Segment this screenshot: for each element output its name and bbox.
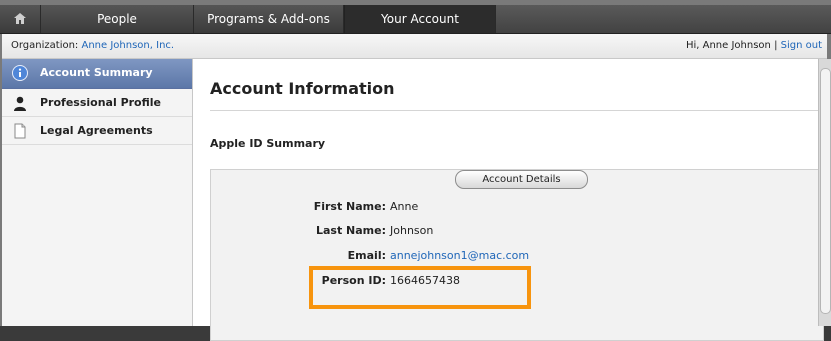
home-tab[interactable] — [0, 5, 41, 33]
apple-id-summary-panel: First Name: Anne Last Name: Johnson Emai… — [210, 169, 824, 341]
section-title: Apple ID Summary — [210, 137, 326, 150]
sidebar-item-professional-profile[interactable]: Professional Profile — [2, 89, 192, 117]
tab-people[interactable]: People — [41, 5, 194, 33]
person-id-highlight-box — [309, 266, 531, 309]
organization-bar: Organization: Anne Johnson, Inc. Hi, Ann… — [2, 34, 827, 59]
tab-your-account[interactable]: Your Account — [344, 5, 496, 33]
first-name-value: Anne — [390, 200, 419, 213]
organization-label: Organization: — [11, 40, 79, 51]
topnav-filler — [496, 5, 831, 33]
greeting-text: Hi, Anne Johnson — [685, 40, 771, 51]
account-details-button[interactable]: Account Details — [455, 170, 588, 189]
document-icon — [14, 123, 26, 139]
tab-programs-addons[interactable]: Programs & Add-ons — [194, 5, 344, 33]
title-divider — [210, 110, 829, 111]
sidebar-item-account-summary[interactable]: Account Summary — [2, 59, 192, 89]
organization-info: Organization: Anne Johnson, Inc. — [11, 34, 174, 58]
organization-name-link[interactable]: Anne Johnson, Inc. — [82, 40, 175, 51]
last-name-label: Last Name: — [315, 224, 386, 237]
separator: | — [774, 40, 778, 51]
scrollbar-thumb[interactable] — [820, 68, 831, 314]
sidebar-item-label: Legal Agreements — [40, 124, 153, 137]
email-link[interactable]: annejohnson1@mac.com — [390, 249, 529, 262]
home-icon — [14, 13, 26, 24]
email-label: Email: — [347, 249, 386, 262]
sidebar: Account Summary Professional Profile Leg… — [2, 59, 193, 326]
sidebar-item-label: Professional Profile — [40, 96, 161, 109]
last-name-value: Johnson — [390, 224, 434, 237]
first-name-label: First Name: — [313, 200, 386, 213]
top-navigation: People Programs & Add-ons Your Account — [0, 5, 831, 34]
sidebar-item-label: Account Summary — [40, 66, 153, 79]
sign-out-link[interactable]: Sign out — [781, 40, 822, 51]
person-icon — [14, 96, 26, 111]
info-icon — [12, 65, 28, 81]
sidebar-item-legal-agreements[interactable]: Legal Agreements — [2, 117, 192, 145]
user-greeting-area: Hi, Anne Johnson | Sign out — [686, 34, 822, 58]
page-title: Account Information — [210, 79, 395, 98]
